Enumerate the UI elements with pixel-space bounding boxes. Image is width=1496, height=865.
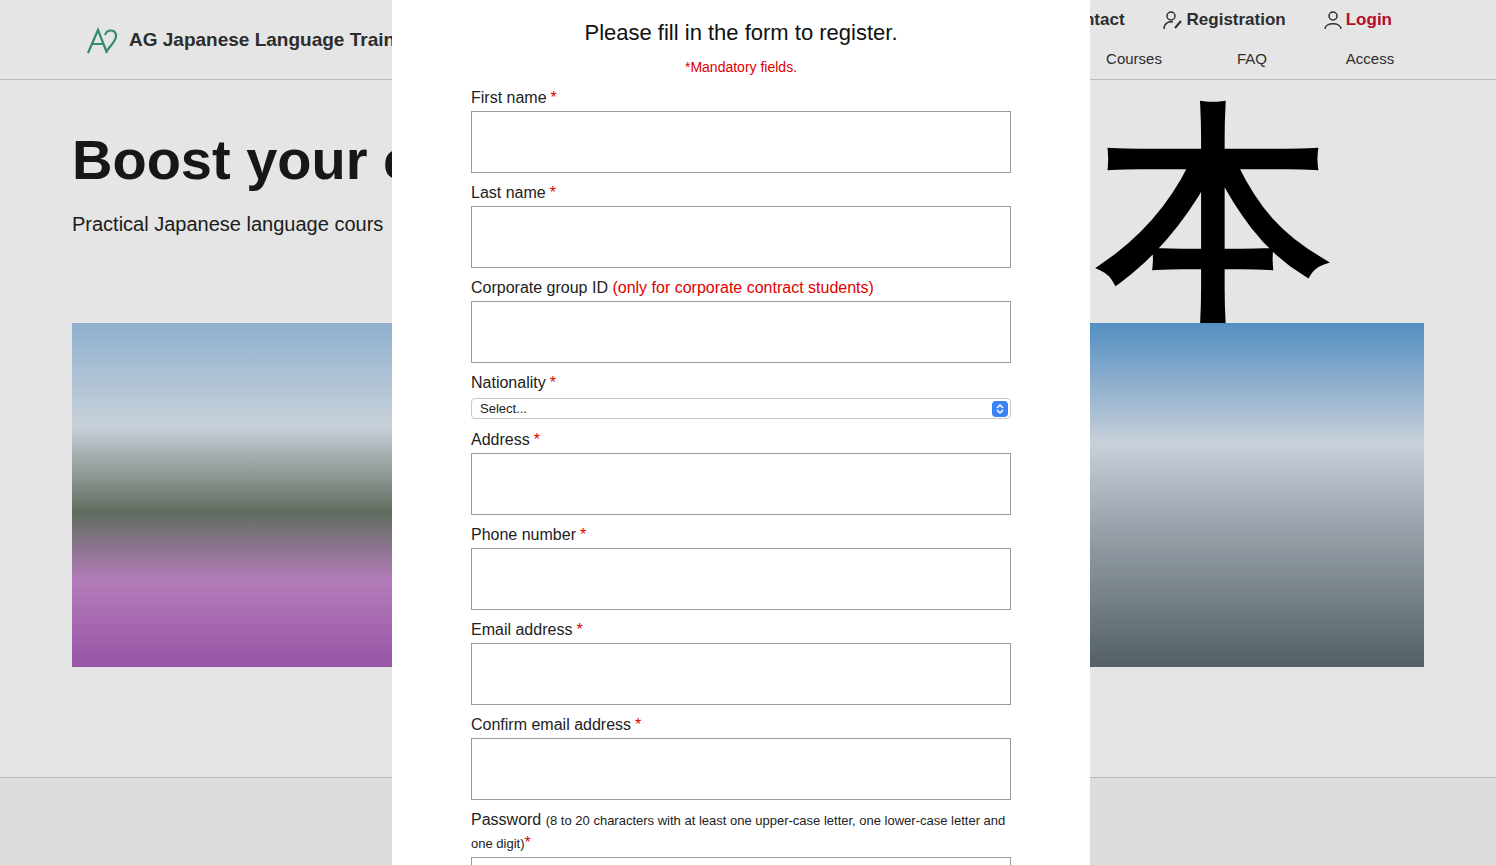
form-field: Last name* xyxy=(471,182,1011,268)
field-label: First name* xyxy=(471,87,1011,109)
text-input[interactable] xyxy=(471,738,1011,800)
form-field: Email address* xyxy=(471,619,1011,705)
label-text: Phone number xyxy=(471,526,576,543)
form-field: Confirm email address* xyxy=(471,714,1011,800)
registration-modal: Please fill in the form to register. *Ma… xyxy=(392,0,1090,865)
required-mark: * xyxy=(635,716,641,733)
field-label: Email address* xyxy=(471,619,1011,641)
text-input[interactable] xyxy=(471,643,1011,705)
field-label: Phone number* xyxy=(471,524,1011,546)
nationality-select[interactable]: Select... xyxy=(471,398,1011,419)
label-text: Nationality xyxy=(471,374,546,391)
required-mark: * xyxy=(576,621,582,638)
mandatory-note: *Mandatory fields. xyxy=(685,58,797,76)
required-mark: * xyxy=(551,89,557,106)
text-input[interactable] xyxy=(471,111,1011,173)
text-input[interactable] xyxy=(471,301,1011,363)
required-mark: * xyxy=(534,431,540,448)
required-mark: * xyxy=(550,184,556,201)
required-mark: * xyxy=(550,374,556,391)
field-label: Password (8 to 20 characters with at lea… xyxy=(471,809,1011,855)
required-mark: * xyxy=(580,526,586,543)
field-label: Confirm email address* xyxy=(471,714,1011,736)
form-field: Nationality* Select... xyxy=(471,372,1011,419)
label-text: Email address xyxy=(471,621,572,638)
required-mark: * xyxy=(524,834,530,851)
text-input[interactable] xyxy=(471,548,1011,610)
field-note: (8 to 20 characters with at least one up… xyxy=(471,813,1005,851)
select-value: Select... xyxy=(480,399,527,419)
field-note: (only for corporate contract students) xyxy=(612,279,873,296)
text-input[interactable] xyxy=(471,857,1011,865)
dropdown-icon xyxy=(992,401,1008,417)
text-input[interactable] xyxy=(471,206,1011,268)
form-field: First name* xyxy=(471,87,1011,173)
label-text: Confirm email address xyxy=(471,716,631,733)
field-label: Nationality* xyxy=(471,372,1011,394)
form-field: Corporate group ID (only for corporate c… xyxy=(471,277,1011,363)
field-label: Last name* xyxy=(471,182,1011,204)
label-text: First name xyxy=(471,89,547,106)
field-label: Address* xyxy=(471,429,1011,451)
registration-form: First name*Last name*Corporate group ID … xyxy=(471,87,1011,865)
form-field: Phone number* xyxy=(471,524,1011,610)
label-text: Address xyxy=(471,431,530,448)
label-text: Last name xyxy=(471,184,546,201)
field-label: Corporate group ID (only for corporate c… xyxy=(471,277,1011,299)
text-input[interactable] xyxy=(471,453,1011,515)
label-text: Corporate group ID xyxy=(471,279,608,296)
form-field: Password (8 to 20 characters with at lea… xyxy=(471,809,1011,865)
form-field: Address* xyxy=(471,429,1011,515)
modal-title: Please fill in the form to register. xyxy=(584,19,897,47)
label-text: Password xyxy=(471,811,541,828)
